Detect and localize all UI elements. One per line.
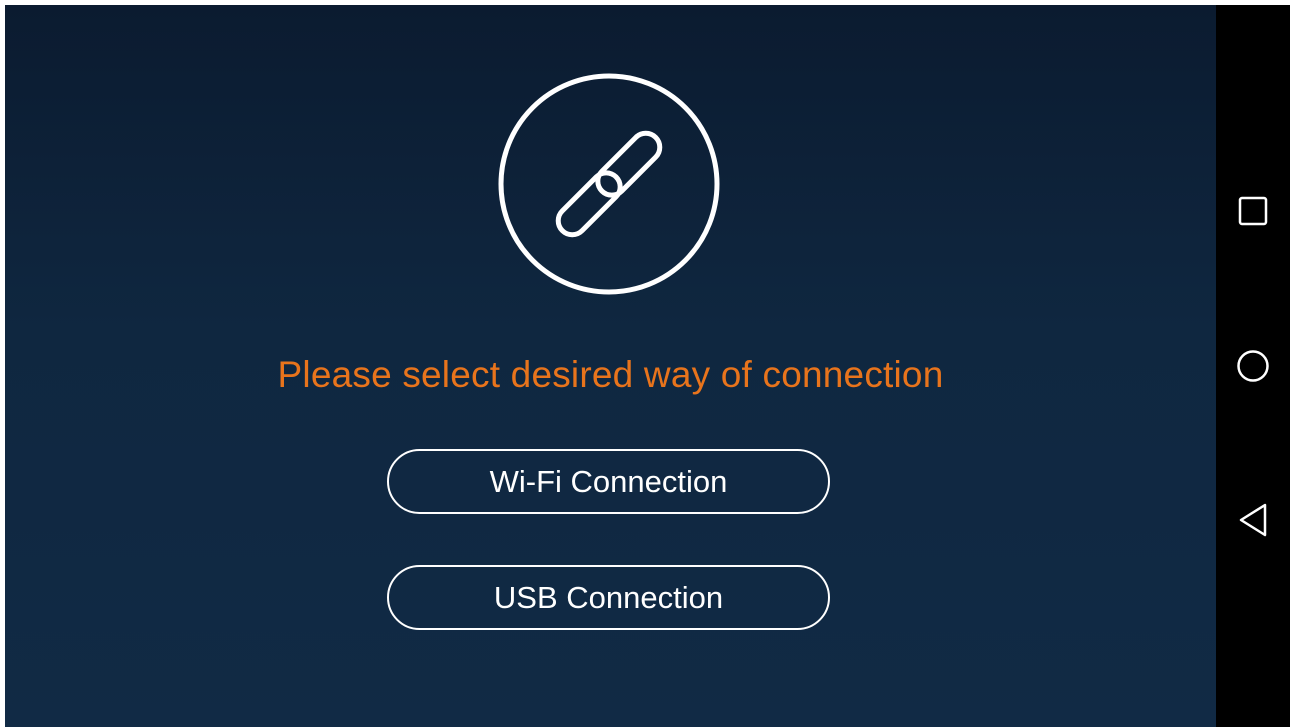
square-recents-icon [1238,196,1268,231]
chain-link-icon [498,73,720,295]
wifi-connection-button[interactable]: Wi-Fi Connection [387,449,830,514]
circle-home-icon [1236,349,1270,388]
home-button[interactable] [1216,338,1290,398]
back-button[interactable] [1216,492,1290,552]
connection-prompt: Please select desired way of connection [277,354,944,395]
recents-button[interactable] [1216,183,1290,243]
wifi-connection-label: Wi-Fi Connection [489,463,728,499]
device-screen: Please select desired way of connection … [0,0,1290,727]
usb-connection-label: USB Connection [493,579,724,615]
usb-connection-button[interactable]: USB Connection [387,565,830,630]
android-navigation-bar [1216,5,1290,727]
triangle-back-icon [1237,502,1269,543]
